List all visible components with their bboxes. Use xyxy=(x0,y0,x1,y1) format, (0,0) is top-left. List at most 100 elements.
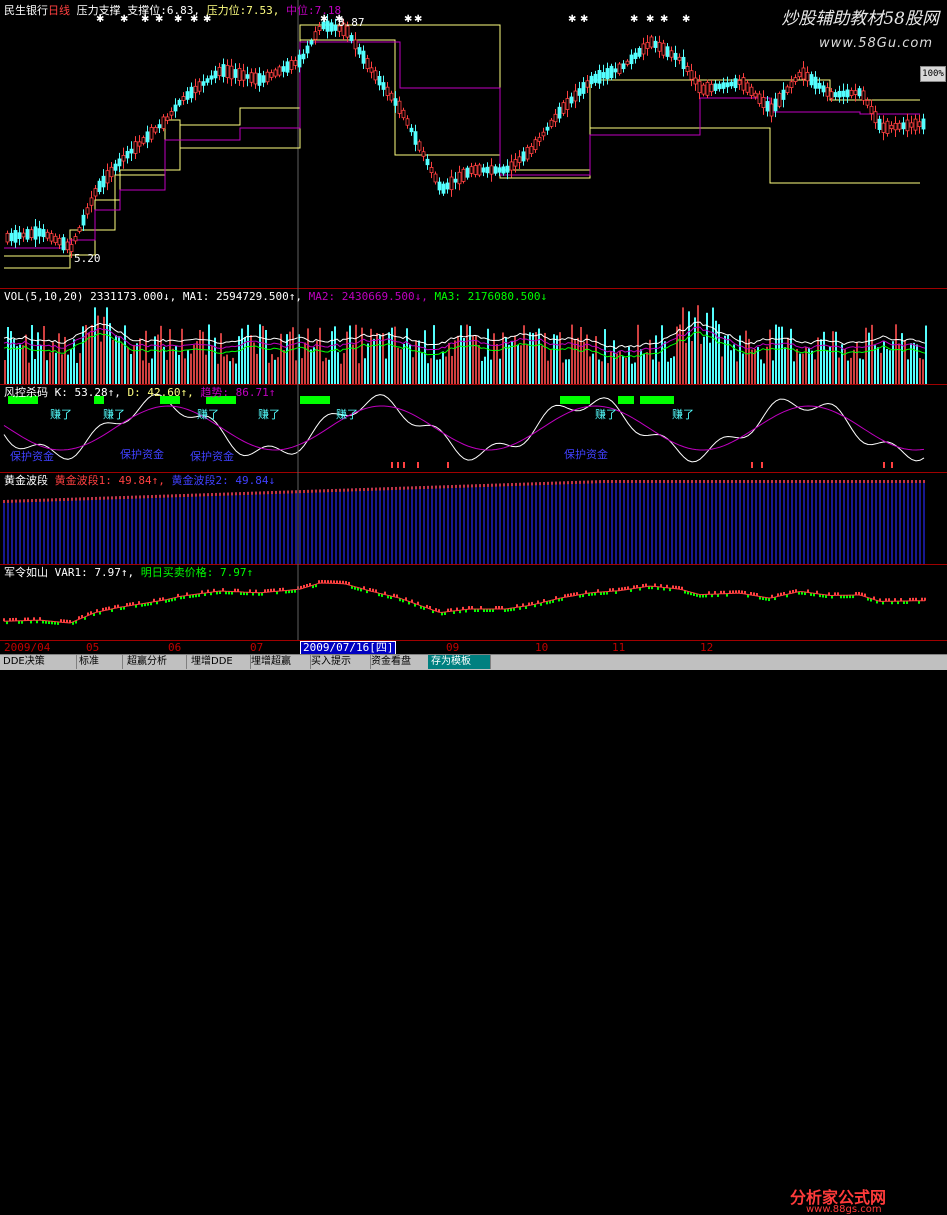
volume-bar xyxy=(76,362,78,384)
risk-trend: 趋势: 86.71↑ xyxy=(200,386,276,399)
candle-body xyxy=(81,214,86,226)
candle-body xyxy=(613,68,618,73)
volume-bar xyxy=(853,349,855,384)
volume-bar xyxy=(94,307,96,384)
volume-bar xyxy=(541,345,543,384)
volume-bar xyxy=(745,330,747,384)
candle-body xyxy=(597,70,602,84)
candle-body xyxy=(301,53,306,60)
tab-buried-super[interactable]: 埋增超赢 xyxy=(248,655,311,669)
candle-body xyxy=(669,50,674,58)
volume-bar xyxy=(421,353,423,384)
candle-body xyxy=(77,227,82,232)
volume-bar xyxy=(19,344,21,384)
tab-standard[interactable]: 标准 xyxy=(76,655,123,669)
volume-bar xyxy=(466,324,468,384)
volume-bar xyxy=(97,315,99,384)
candle-body xyxy=(61,237,66,251)
risk-panel[interactable]: 风控杀码 K: 53.28↑, D: 42.60↑, 趋势: 86.71↑ 赚了… xyxy=(0,384,947,472)
volume-bar xyxy=(316,340,318,384)
tab-super-analysis[interactable]: 超赢分析 xyxy=(124,655,187,669)
candle-body xyxy=(265,71,270,83)
candle-body xyxy=(117,158,122,167)
volume-bar xyxy=(508,344,510,384)
volume-bar xyxy=(661,325,663,384)
volume-bar xyxy=(763,363,765,384)
candle-body xyxy=(577,88,582,96)
volume-bar xyxy=(733,344,735,384)
volume-bar xyxy=(145,330,147,384)
candle-body xyxy=(673,52,678,60)
volume-bar xyxy=(409,344,411,384)
candle-body xyxy=(449,176,454,191)
candle-body xyxy=(753,92,758,98)
volume-panel[interactable]: VOL(5,10,20) 2331173.000↓, MA1: 2594729.… xyxy=(0,288,947,384)
volume-bar xyxy=(274,359,276,384)
volume-bar xyxy=(874,345,876,384)
volume-bar xyxy=(307,328,309,384)
candle-body xyxy=(857,88,862,97)
volume-bar xyxy=(151,358,153,384)
zoom-percent-badge[interactable]: 100% xyxy=(920,66,946,82)
cursor-date: 2009/07/16[四] xyxy=(300,641,397,655)
candle-body xyxy=(561,102,566,114)
volume-bar xyxy=(649,339,651,384)
volume-bar xyxy=(712,307,714,384)
candle-body xyxy=(153,127,158,133)
tab-buy-hint[interactable]: 买入提示 xyxy=(308,655,371,669)
volume-bar xyxy=(817,337,819,384)
candle-body xyxy=(465,167,470,178)
volume-bar xyxy=(229,361,231,384)
candle-body xyxy=(849,90,854,96)
candle-body xyxy=(417,141,422,151)
candle-body xyxy=(517,156,522,163)
volume-bar xyxy=(667,361,669,384)
army-panel[interactable]: 军令如山 VAR1: 7.97↑, 明日买卖价格: 7.97↑ 分析家公式网 w… xyxy=(0,564,947,1215)
vol-ma3: MA3: 2176080.500↓ xyxy=(434,290,548,303)
volume-bar xyxy=(565,359,567,384)
volume-bar xyxy=(859,358,861,384)
tab-dde-decision[interactable]: DDE决策 xyxy=(0,655,77,669)
date-label: 12 xyxy=(700,641,714,654)
volume-bar xyxy=(784,347,786,384)
candle-body xyxy=(225,65,230,78)
volume-bar xyxy=(436,359,438,384)
volume-bar xyxy=(244,337,246,384)
candle-body xyxy=(249,72,254,83)
volume-bar xyxy=(862,359,864,384)
tab-save-template[interactable]: 存为模板 xyxy=(428,655,491,669)
volume-bar xyxy=(34,359,36,384)
candle-body xyxy=(33,226,38,240)
volume-bar xyxy=(64,336,66,384)
gold-panel[interactable]: 黄金波段 黄金波段1: 49.84↑, 黄金波段2: 49.84↓ xyxy=(0,472,947,564)
candle-body xyxy=(461,168,466,182)
candle-body xyxy=(157,124,162,129)
high-price-mark: 8.87 xyxy=(338,16,365,29)
volume-bar xyxy=(811,350,813,384)
earn-label: 赚了 xyxy=(595,408,617,421)
candle-body xyxy=(529,146,534,154)
candle-body xyxy=(45,231,50,239)
candle-body xyxy=(657,41,662,52)
volume-bar xyxy=(385,358,387,384)
volume-bar xyxy=(163,346,165,384)
volume-bar xyxy=(724,335,726,384)
volume-bar xyxy=(70,349,72,384)
candle-body xyxy=(829,91,834,99)
volume-bar xyxy=(337,352,339,384)
volume-bar xyxy=(751,349,753,384)
tab-fund-watch[interactable]: 资金看盘 xyxy=(368,655,431,669)
candle-body xyxy=(545,126,550,131)
volume-bar xyxy=(601,361,603,384)
volume-bar xyxy=(814,359,816,384)
support-line xyxy=(4,39,920,257)
candle-body xyxy=(209,75,214,80)
candle-body xyxy=(373,70,378,81)
candle-body xyxy=(789,81,794,88)
candlestick-chart[interactable]: ✱ ✱ ✱ ✱ ✱ ✱ ✱ ✱ ✱ ✱ ✱ ✱ ✱ ✱ ✱✱ ✱ xyxy=(0,0,947,288)
price-panel[interactable]: ✱ ✱ ✱ ✱ ✱ ✱ ✱ ✱ ✱ ✱ ✱ ✱ ✱ ✱ ✱ ✱ ✱ 民生银行日线 压力支撑 支撑位:6.83, … xyxy=(0,0,947,288)
volume-bar xyxy=(322,361,324,384)
volume-bar xyxy=(805,347,807,384)
tab-buried-dde[interactable]: 埋增DDE xyxy=(188,655,251,669)
volume-bar xyxy=(457,335,459,384)
